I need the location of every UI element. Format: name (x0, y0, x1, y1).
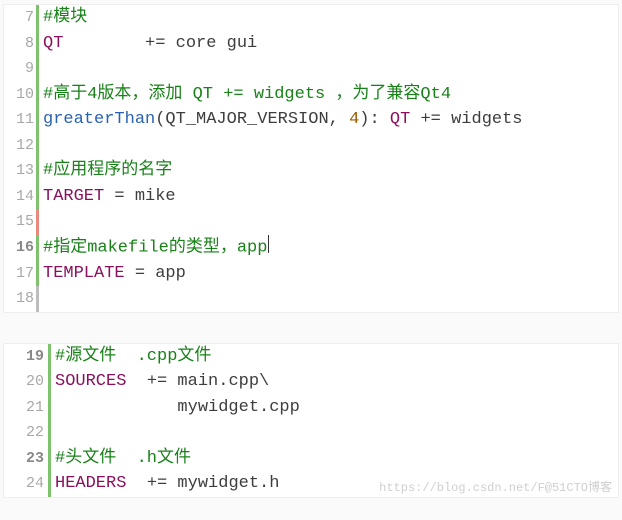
code-text (39, 286, 53, 312)
code-line: 24 HEADERS += mywidget.h (4, 471, 618, 497)
number: 4 (349, 110, 359, 129)
code-line: 13 #应用程序的名字 (4, 158, 618, 184)
line-number: 8 (4, 31, 36, 57)
code-text: QT += core gui (39, 31, 257, 57)
line-number: 21 (4, 395, 48, 421)
line-number: 22 (4, 420, 48, 446)
line-number: 10 (4, 82, 36, 108)
line-number: 16 (4, 235, 36, 261)
code-line: 23 #头文件 .h文件 (4, 446, 618, 472)
code-line: 8 QT += core gui (4, 31, 618, 57)
code-line: 22 (4, 420, 618, 446)
code-line: 11 greaterThan(QT_MAJOR_VERSION, 4): QT … (4, 107, 618, 133)
code-block-1: 7 #模块 8 QT += core gui 9 10 #高于4版本，添加 QT… (3, 4, 619, 313)
code-line: 10 #高于4版本，添加 QT += widgets ，为了兼容Qt4 (4, 82, 618, 108)
line-number: 13 (4, 158, 36, 184)
line-number: 17 (4, 261, 36, 287)
text-cursor (268, 235, 269, 254)
code-text (51, 420, 65, 446)
comment: #指定makefile的类型，app (43, 238, 267, 257)
code-line: 19 #源文件 .cpp文件 (4, 344, 618, 370)
line-number: 12 (4, 133, 36, 159)
code-line: 9 (4, 56, 618, 82)
code-text: SOURCES += main.cpp\ (51, 369, 269, 395)
comment: #应用程序的名字 (39, 158, 172, 184)
code-text: HEADERS += mywidget.h (51, 471, 279, 497)
code-text: TARGET = mike (39, 184, 176, 210)
comment: #高于4版本，添加 QT += widgets ，为了兼容Qt4 (39, 82, 451, 108)
keyword: TEMPLATE (43, 264, 125, 283)
line-number: 14 (4, 184, 36, 210)
line-number: 24 (4, 471, 48, 497)
code-line: 18 (4, 286, 618, 312)
keyword: TARGET (43, 187, 104, 206)
code-text: mywidget.cpp (51, 395, 300, 421)
code-line: 20 SOURCES += main.cpp\ (4, 369, 618, 395)
code-line: 12 (4, 133, 618, 159)
keyword: SOURCES (55, 372, 126, 391)
line-number: 20 (4, 369, 48, 395)
comment: #源文件 .cpp文件 (51, 344, 211, 370)
code-line: 15 (4, 209, 618, 235)
code-block-2: 19 #源文件 .cpp文件 20 SOURCES += main.cpp\ 2… (3, 343, 619, 498)
code-text (39, 56, 53, 82)
function-name: greaterThan (43, 110, 155, 129)
code-text (39, 209, 53, 235)
code-line: 16 #指定makefile的类型，app (4, 235, 618, 261)
keyword: HEADERS (55, 474, 126, 493)
line-number: 18 (4, 286, 36, 312)
comment: #模块 (39, 5, 87, 31)
keyword: QT (390, 110, 410, 129)
comment: #头文件 .h文件 (51, 446, 191, 472)
line-number: 11 (4, 107, 36, 133)
code-line: 14 TARGET = mike (4, 184, 618, 210)
code-line: 7 #模块 (4, 5, 618, 31)
code-line: 21 mywidget.cpp (4, 395, 618, 421)
code-text: TEMPLATE = app (39, 261, 186, 287)
code-text: #指定makefile的类型，app (39, 235, 269, 261)
line-number: 15 (4, 209, 36, 235)
line-number: 7 (4, 5, 36, 31)
keyword: QT (43, 34, 63, 53)
code-line: 17 TEMPLATE = app (4, 261, 618, 287)
line-number: 23 (4, 446, 48, 472)
code-text (39, 133, 53, 159)
line-number: 19 (4, 344, 48, 370)
code-text: greaterThan(QT_MAJOR_VERSION, 4): QT += … (39, 107, 523, 133)
line-number: 9 (4, 56, 36, 82)
